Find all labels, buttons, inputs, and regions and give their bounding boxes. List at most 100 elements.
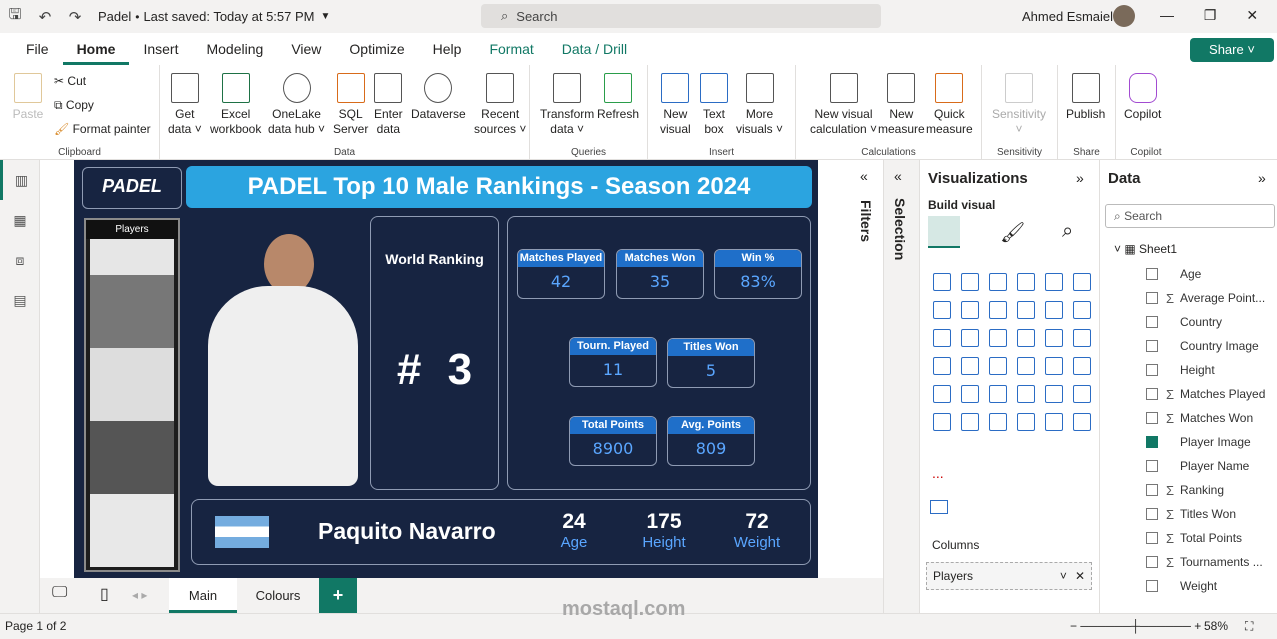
checkbox[interactable] bbox=[1146, 340, 1158, 352]
checkbox[interactable] bbox=[1146, 556, 1158, 568]
remove-icon[interactable]: ✕ bbox=[1075, 569, 1085, 583]
visual-type-icon[interactable] bbox=[989, 273, 1007, 291]
visual-type-icon[interactable] bbox=[1073, 301, 1091, 319]
visual-type-icon[interactable] bbox=[933, 301, 951, 319]
filters-pane-collapsed[interactable]: « Filters bbox=[852, 160, 883, 578]
window-controls[interactable]: — ❐ ✕ bbox=[1160, 7, 1258, 24]
new-measure-button[interactable]: New measure bbox=[878, 73, 925, 137]
field-item[interactable]: Age bbox=[1100, 262, 1270, 286]
transform-data-button[interactable]: Transform data ˅ bbox=[540, 73, 594, 137]
visual-type-icon[interactable] bbox=[1045, 273, 1063, 291]
checkbox[interactable] bbox=[1146, 268, 1158, 280]
model-view-icon[interactable]: ⧈ bbox=[0, 240, 40, 280]
page-nav-arrows[interactable]: ◂ ▸ bbox=[132, 588, 147, 602]
menu-data-drill[interactable]: Data / Drill bbox=[548, 33, 641, 65]
format-visual-tab[interactable]: 🖌 bbox=[1000, 220, 1025, 245]
expand-icon[interactable]: « bbox=[860, 168, 868, 184]
field-item[interactable]: Σ Total Points bbox=[1100, 526, 1270, 550]
player-thumbnail[interactable] bbox=[90, 494, 174, 567]
get-data-button[interactable]: Get data ˅ bbox=[168, 73, 202, 137]
format-painter-button[interactable]: 🖌 Format painter bbox=[54, 122, 151, 136]
visual-type-icon[interactable] bbox=[961, 357, 979, 375]
checkbox[interactable] bbox=[1146, 460, 1158, 472]
players-slicer[interactable]: Players bbox=[84, 218, 180, 572]
field-item[interactable]: Σ Matches Won bbox=[1100, 406, 1270, 430]
report-view-icon[interactable]: ▥ bbox=[0, 160, 40, 200]
visual-type-icon[interactable] bbox=[1073, 385, 1091, 403]
image-visual-icon[interactable] bbox=[930, 500, 948, 514]
collapse-icon[interactable]: » bbox=[1076, 170, 1084, 186]
paste-button[interactable]: Paste bbox=[10, 73, 46, 122]
visual-type-icon[interactable] bbox=[1017, 329, 1035, 347]
player-thumbnail[interactable] bbox=[90, 275, 174, 348]
field-item[interactable]: Σ Tournaments ... bbox=[1100, 550, 1270, 574]
last-saved[interactable]: Last saved: Today at 5:57 PM bbox=[143, 9, 314, 24]
data-search-input[interactable]: ⌕ Search bbox=[1105, 204, 1275, 228]
field-item[interactable]: Σ Ranking bbox=[1100, 478, 1270, 502]
sensitivity-button[interactable]: Sensitivity ˅ bbox=[992, 73, 1046, 137]
visual-type-icon[interactable] bbox=[1073, 273, 1091, 291]
visual-type-icon[interactable] bbox=[1045, 385, 1063, 403]
visual-type-icon[interactable] bbox=[1017, 301, 1035, 319]
visual-type-icon[interactable] bbox=[1017, 357, 1035, 375]
field-item[interactable]: Σ Matches Played bbox=[1100, 382, 1270, 406]
build-visual-tab[interactable] bbox=[928, 216, 960, 248]
onelake-button[interactable]: OneLake data hub ˅ bbox=[268, 73, 325, 137]
visual-type-icon[interactable] bbox=[1073, 357, 1091, 375]
expand-icon[interactable]: « bbox=[894, 168, 902, 184]
collapse-icon[interactable]: » bbox=[1258, 170, 1266, 186]
visual-type-icon[interactable] bbox=[933, 385, 951, 403]
visual-type-icon[interactable] bbox=[1073, 329, 1091, 347]
search-box[interactable]: ⌕ Search bbox=[481, 4, 881, 28]
new-visual-calculation-button[interactable]: New visual calculation ˅ bbox=[810, 73, 877, 137]
checkbox[interactable] bbox=[1146, 388, 1158, 400]
add-page-button[interactable]: + bbox=[319, 578, 357, 613]
cut-button[interactable]: ✂ Cut bbox=[54, 74, 86, 88]
analytics-tab[interactable]: ⌕ bbox=[1062, 220, 1073, 243]
field-item[interactable]: Weight bbox=[1100, 574, 1270, 598]
tab-colours[interactable]: Colours bbox=[238, 578, 318, 613]
visual-type-icon[interactable] bbox=[989, 413, 1007, 431]
selection-pane-collapsed[interactable]: « Selection bbox=[883, 160, 919, 613]
menu-file[interactable]: File bbox=[12, 33, 63, 65]
table-view-icon[interactable]: ▦ bbox=[0, 200, 40, 240]
fit-page-icon[interactable]: ⛶ bbox=[1245, 614, 1253, 639]
checkbox[interactable] bbox=[1146, 316, 1158, 328]
menu-format[interactable]: Format bbox=[475, 33, 547, 65]
checkbox[interactable] bbox=[1146, 532, 1158, 544]
field-item[interactable]: Σ Average Point... bbox=[1100, 286, 1270, 310]
visual-type-icon[interactable] bbox=[1073, 413, 1091, 431]
more-visuals-button[interactable]: More visuals ˅ bbox=[736, 73, 783, 137]
refresh-button[interactable]: Refresh bbox=[597, 73, 639, 122]
player-thumbnail[interactable] bbox=[90, 239, 174, 275]
columns-well-field[interactable]: Players ˅ ✕ bbox=[926, 562, 1092, 590]
zoom-level[interactable]: 58% bbox=[1204, 614, 1228, 639]
checkbox[interactable] bbox=[1146, 412, 1158, 424]
visual-type-icon[interactable] bbox=[989, 301, 1007, 319]
visual-type-icon[interactable] bbox=[961, 301, 979, 319]
visual-type-icon[interactable] bbox=[933, 273, 951, 291]
menu-help[interactable]: Help bbox=[419, 33, 476, 65]
text-box-button[interactable]: Text box bbox=[700, 73, 728, 137]
save-icon[interactable]: 🖫 bbox=[0, 4, 30, 29]
visual-type-icon[interactable] bbox=[1045, 413, 1063, 431]
more-visuals-icon[interactable]: ... bbox=[932, 465, 944, 481]
field-item[interactable]: Country bbox=[1100, 310, 1270, 334]
visual-type-icon[interactable] bbox=[933, 357, 951, 375]
visual-type-icon[interactable] bbox=[933, 413, 951, 431]
redo-icon[interactable]: ↷ bbox=[60, 8, 90, 26]
player-thumbnail[interactable] bbox=[90, 421, 174, 494]
undo-icon[interactable]: ↶ bbox=[30, 8, 60, 26]
field-item[interactable]: Height bbox=[1100, 358, 1270, 382]
menu-optimize[interactable]: Optimize bbox=[335, 33, 418, 65]
visual-type-icon[interactable] bbox=[1045, 301, 1063, 319]
zoom-slider[interactable]: − ──────┼────── + bbox=[1070, 614, 1201, 639]
player-thumbnail[interactable] bbox=[90, 348, 174, 421]
field-item[interactable]: Player Name bbox=[1100, 454, 1270, 478]
checkbox[interactable] bbox=[1146, 364, 1158, 376]
menu-view[interactable]: View bbox=[277, 33, 335, 65]
menu-insert[interactable]: Insert bbox=[129, 33, 192, 65]
visual-type-icon[interactable] bbox=[989, 385, 1007, 403]
visual-type-icon[interactable] bbox=[1045, 357, 1063, 375]
chevron-down-icon[interactable]: ˅ bbox=[1060, 569, 1067, 583]
